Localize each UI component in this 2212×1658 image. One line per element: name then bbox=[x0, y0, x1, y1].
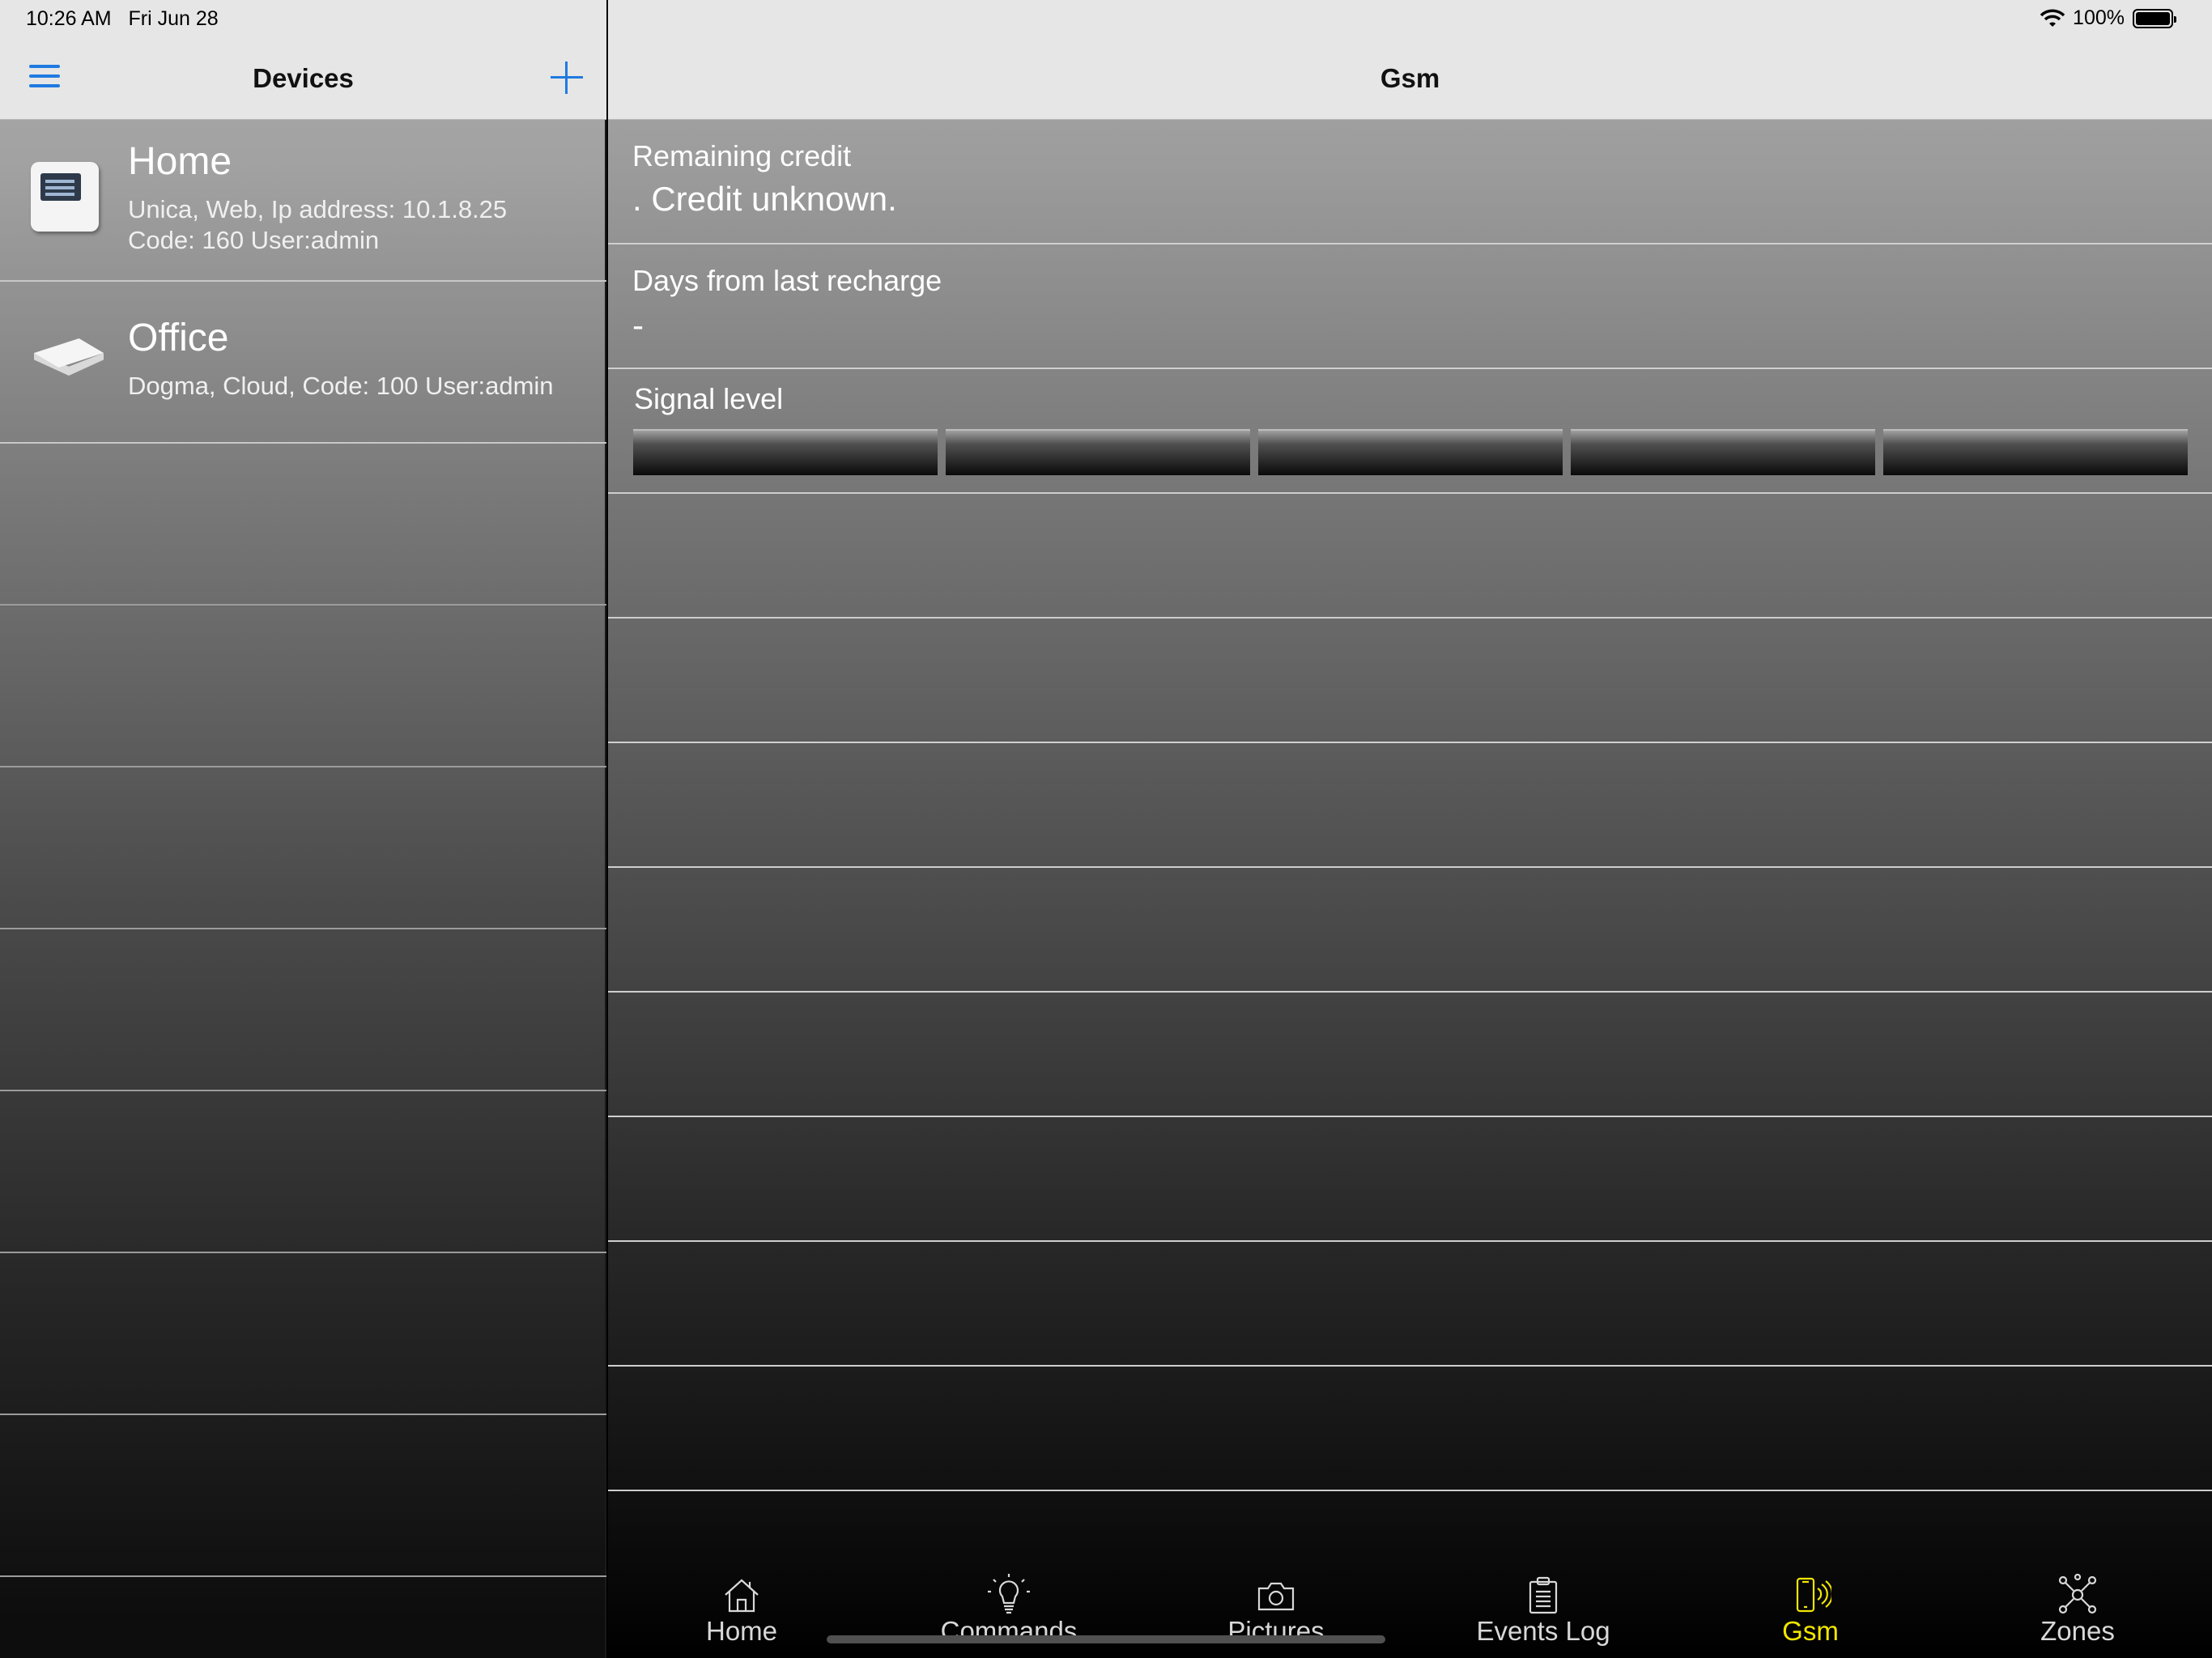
status-time: 10:26 AM Fri Jun 28 bbox=[26, 7, 219, 31]
unica-panel-icon bbox=[31, 162, 99, 232]
days-recharge-label: Days from last recharge bbox=[632, 264, 942, 297]
signal-bar bbox=[1571, 429, 1875, 475]
empty-row bbox=[0, 1415, 606, 1577]
device-detail-line2: Code: 160 User:admin bbox=[128, 226, 380, 254]
remaining-credit-section: Remaining credit . Credit unknown. bbox=[608, 120, 2212, 244]
device-list: Home Unica, Web, Ip address: 10.1.8.25 C… bbox=[0, 120, 606, 1577]
home-indicator[interactable] bbox=[827, 1635, 1385, 1643]
empty-row bbox=[0, 1253, 606, 1415]
tab-gsm[interactable]: Gsm bbox=[1689, 1574, 1932, 1655]
zones-network-icon bbox=[2058, 1574, 2097, 1614]
remaining-credit-value: . Credit unknown. bbox=[632, 180, 897, 218]
days-recharge-section: Days from last recharge - bbox=[608, 244, 2212, 369]
empty-row bbox=[0, 1091, 606, 1253]
empty-row bbox=[608, 1117, 2212, 1242]
empty-row bbox=[608, 743, 2212, 868]
home-icon bbox=[725, 1579, 759, 1613]
signal-bar bbox=[946, 429, 1250, 475]
empty-row bbox=[0, 767, 606, 929]
signal-bar bbox=[1258, 429, 1563, 475]
camera-icon bbox=[1257, 1582, 1295, 1611]
tab-label: Gsm bbox=[1782, 1616, 1839, 1646]
devices-panel: Devices Home Unica, Web, Ip address: 10.… bbox=[0, 0, 606, 1658]
status-right: 100% bbox=[2040, 6, 2176, 30]
remaining-credit-label: Remaining credit bbox=[632, 139, 852, 172]
dogma-panel-icon bbox=[31, 330, 99, 390]
empty-row bbox=[0, 444, 606, 606]
days-recharge-value: - bbox=[632, 306, 644, 344]
empty-row bbox=[608, 494, 2212, 619]
device-name: Home bbox=[128, 140, 232, 183]
clipboard-icon bbox=[1529, 1576, 1558, 1614]
wifi-icon bbox=[2040, 9, 2065, 27]
status-date: Fri Jun 28 bbox=[128, 7, 219, 30]
tab-home[interactable]: Home bbox=[620, 1574, 863, 1655]
tab-events-log[interactable]: Events Log bbox=[1422, 1574, 1665, 1655]
empty-row bbox=[608, 868, 2212, 993]
battery-percent: 100% bbox=[2073, 6, 2125, 29]
signal-bar bbox=[1883, 429, 2188, 475]
devices-title: Devices bbox=[253, 63, 354, 93]
status-bar: 10:26 AM Fri Jun 28 100% bbox=[0, 0, 2212, 39]
device-detail-line1: Unica, Web, Ip address: 10.1.8.25 bbox=[128, 195, 508, 223]
tab-zones[interactable]: Zones bbox=[1956, 1574, 2199, 1655]
empty-row bbox=[608, 619, 2212, 743]
signal-level-bars bbox=[633, 429, 2188, 475]
empty-row bbox=[0, 606, 606, 767]
tab-label: Home bbox=[705, 1616, 778, 1646]
signal-bar bbox=[633, 429, 938, 475]
device-row-office[interactable]: Office Dogma, Cloud, Code: 100 User:admi… bbox=[0, 282, 606, 444]
signal-level-label: Signal level bbox=[634, 382, 784, 415]
add-device-icon[interactable] bbox=[551, 62, 583, 94]
phone-signal-icon bbox=[1796, 1577, 1831, 1613]
empty-row bbox=[0, 929, 606, 1091]
gsm-panel: Gsm Remaining credit . Credit unknown. D… bbox=[608, 0, 2212, 1658]
empty-row bbox=[608, 1367, 2212, 1491]
device-row-home[interactable]: Home Unica, Web, Ip address: 10.1.8.25 C… bbox=[0, 120, 606, 282]
lightbulb-icon bbox=[988, 1574, 1030, 1614]
empty-row bbox=[608, 1242, 2212, 1367]
gsm-title: Gsm bbox=[1380, 63, 1440, 93]
device-detail-line1: Dogma, Cloud, Code: 100 User:admin bbox=[128, 372, 554, 400]
empty-row bbox=[608, 993, 2212, 1117]
tab-label: Events Log bbox=[1476, 1616, 1610, 1646]
status-clock: 10:26 AM bbox=[26, 7, 112, 30]
battery-icon bbox=[2133, 8, 2176, 28]
screen: 10:26 AM Fri Jun 28 100% Devices Home Un… bbox=[0, 0, 2212, 1658]
device-name: Office bbox=[128, 317, 229, 359]
tab-label: Zones bbox=[2040, 1616, 2115, 1646]
